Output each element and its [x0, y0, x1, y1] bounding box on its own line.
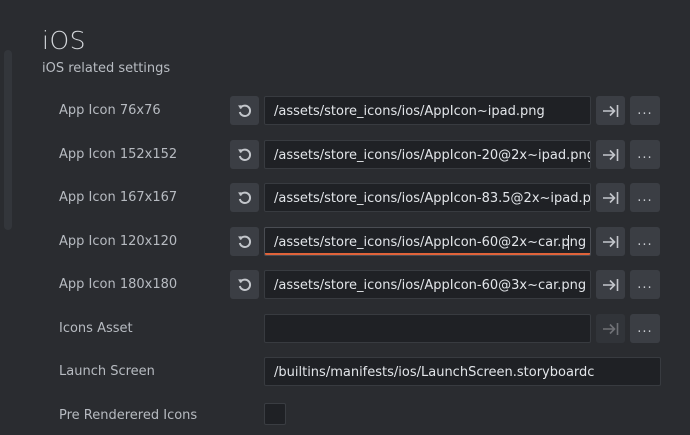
setting-label: Launch Screen: [59, 364, 155, 379]
goto-resource-icon: [602, 148, 618, 161]
goto-resource-icon: [602, 278, 618, 291]
browse-button[interactable]: ...: [630, 140, 660, 169]
resource-field-focused[interactable]: /assets/store_icons/ios/AppIcon-60@2x~ca…: [264, 227, 591, 256]
reset-button[interactable]: [230, 183, 259, 212]
section-title: iOS: [42, 26, 86, 55]
reset-button[interactable]: [230, 140, 259, 169]
pre-rendered-icons-checkbox[interactable]: [264, 403, 286, 425]
goto-resource-button[interactable]: [596, 227, 625, 256]
goto-resource-button[interactable]: [596, 140, 625, 169]
browse-button[interactable]: ...: [630, 96, 660, 125]
goto-resource-icon: [602, 104, 618, 117]
goto-resource-icon: [602, 235, 618, 248]
setting-row-app-icon-152: App Icon 152x152 /assets/store_icons/ios…: [0, 139, 690, 171]
setting-row-app-icon-180: App Icon 180x180 /assets/store_icons/ios…: [0, 269, 690, 301]
goto-resource-button[interactable]: [596, 270, 625, 299]
setting-label: Pre Renderered Icons: [59, 408, 198, 423]
setting-label: App Icon 76x76: [59, 103, 161, 118]
reset-icon: [237, 191, 251, 204]
setting-row-pre-rendered-icons: Pre Renderered Icons: [0, 400, 690, 432]
text-field[interactable]: /builtins/manifests/ios/LaunchScreen.sto…: [264, 357, 661, 386]
reset-icon: [237, 148, 251, 161]
text-caret: [568, 235, 569, 250]
goto-resource-button[interactable]: [596, 96, 625, 125]
reset-button[interactable]: [230, 270, 259, 299]
resource-field[interactable]: /assets/store_icons/ios/AppIcon-83.5@2x~…: [264, 183, 591, 212]
setting-label: Icons Asset: [59, 321, 133, 336]
resource-field-value: /assets/store_icons/ios/AppIcon-83.5@2x~…: [274, 191, 591, 206]
text-field-value: /builtins/manifests/ios/LaunchScreen.sto…: [274, 365, 595, 380]
setting-row-app-icon-76: App Icon 76x76 /assets/store_icons/ios/A…: [0, 95, 690, 127]
section-subtitle: iOS related settings: [42, 61, 171, 76]
resource-field-value: /assets/store_icons/ios/AppIcon-20@2x~ip…: [274, 148, 591, 163]
setting-label: App Icon 167x167: [59, 190, 178, 205]
resource-field[interactable]: /assets/store_icons/ios/AppIcon-20@2x~ip…: [264, 140, 591, 169]
reset-button[interactable]: [230, 227, 259, 256]
setting-label: App Icon 120x120: [59, 234, 178, 249]
goto-resource-button[interactable]: [596, 314, 625, 343]
goto-resource-icon: [602, 191, 618, 204]
resource-field[interactable]: /assets/store_icons/ios/AppIcon-60@3x~ca…: [264, 270, 591, 299]
resource-field[interactable]: [264, 314, 591, 343]
setting-row-app-icon-167: App Icon 167x167 /assets/store_icons/ios…: [0, 182, 690, 214]
browse-button[interactable]: ...: [630, 227, 660, 256]
reset-icon: [237, 104, 251, 117]
resource-field-value: /assets/store_icons/ios/AppIcon-60@3x~ca…: [274, 278, 587, 293]
browse-button[interactable]: ...: [630, 183, 660, 212]
resource-field-value: /assets/store_icons/ios/AppIcon~ipad.png: [274, 104, 545, 119]
goto-resource-button[interactable]: [596, 183, 625, 212]
setting-label: App Icon 180x180: [59, 277, 178, 292]
resource-field[interactable]: /assets/store_icons/ios/AppIcon~ipad.png: [264, 96, 591, 125]
reset-button[interactable]: [230, 96, 259, 125]
resource-field-value: /assets/store_icons/ios/AppIcon-60@2x~ca…: [274, 235, 587, 250]
setting-row-app-icon-120: App Icon 120x120 /assets/store_icons/ios…: [0, 226, 690, 258]
goto-resource-icon: [602, 322, 618, 335]
reset-icon: [237, 278, 251, 291]
reset-icon: [237, 235, 251, 248]
browse-button[interactable]: ...: [630, 314, 660, 343]
setting-label: App Icon 152x152: [59, 147, 178, 162]
setting-row-launch-screen: Launch Screen /builtins/manifests/ios/La…: [0, 356, 690, 388]
setting-row-icons-asset: Icons Asset ...: [0, 313, 690, 345]
browse-button[interactable]: ...: [630, 270, 660, 299]
